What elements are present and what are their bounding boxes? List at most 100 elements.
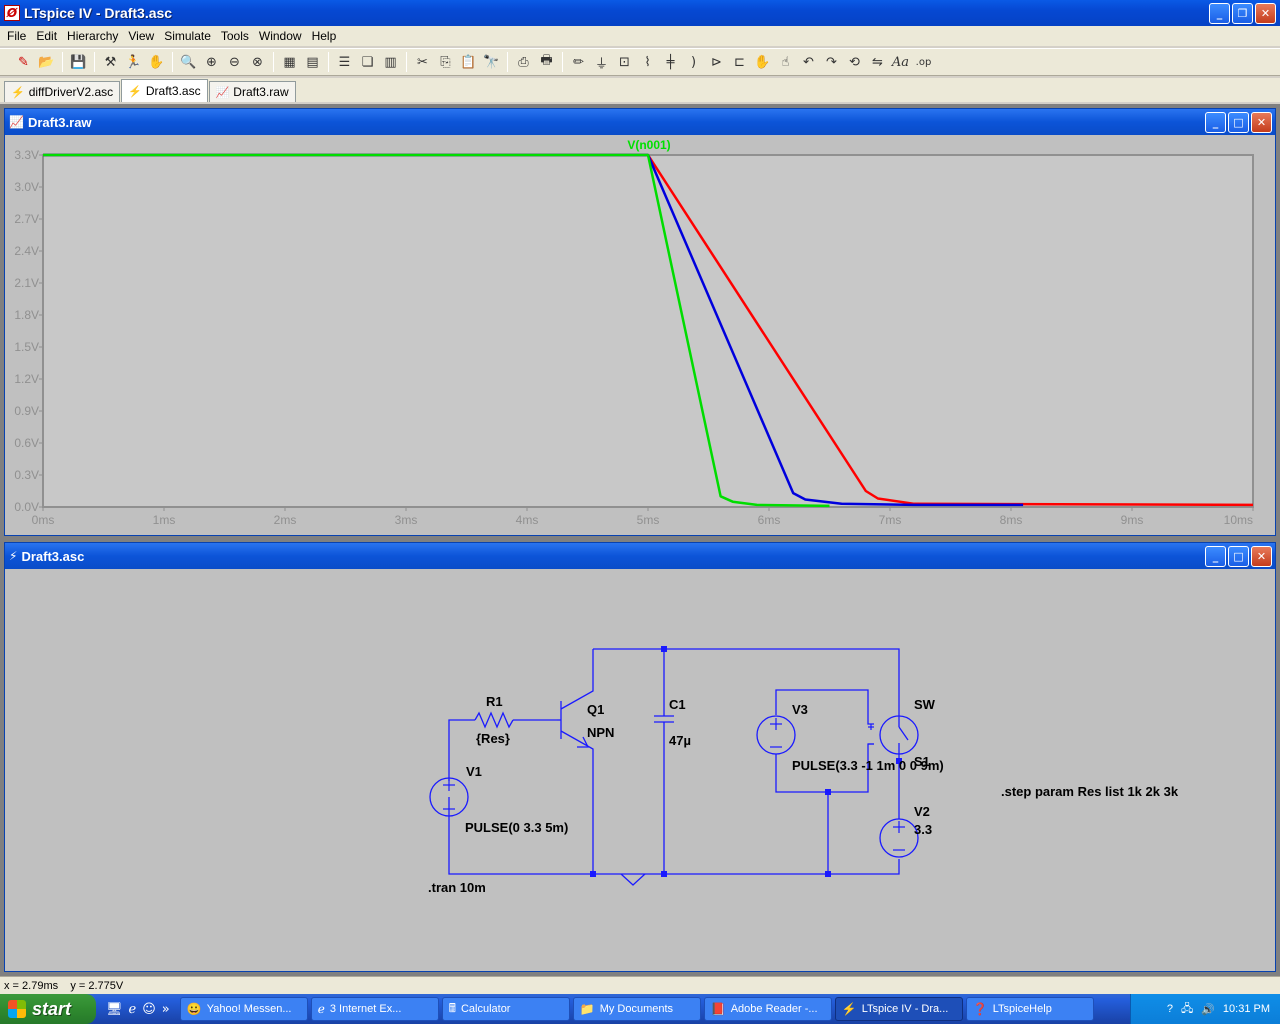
schematic-close-button[interactable]: ✕ xyxy=(1251,546,1272,567)
ground-icon[interactable]: ⏚ xyxy=(590,51,613,73)
plot-pane[interactable]: 0.0V 0.3V 0.6V 0.9V 1.2V 1.5V 1.8V 2.1V 2.4V 2.7V… xyxy=(5,135,1275,535)
menu-tools[interactable]: Tools xyxy=(216,29,254,43)
resistor-icon[interactable]: ⌇ xyxy=(636,51,659,73)
zoom-fit-icon[interactable]: ⊗ xyxy=(246,51,269,73)
print-setup-icon[interactable]: ⎙ xyxy=(512,51,535,73)
volume-tray-icon[interactable]: 🔊 xyxy=(1201,1003,1215,1016)
tran-directive[interactable]: .tran 10m xyxy=(428,880,486,895)
wire[interactable] xyxy=(593,648,900,721)
help-tray-icon[interactable]: ? xyxy=(1167,1003,1173,1015)
schematic-drawing[interactable]: R1 {Res} Q1 NPN C1 47µ V1 PULSE(0 3.3 5m… xyxy=(5,569,1275,971)
start-button[interactable]: start xyxy=(0,994,96,1024)
v2-label[interactable]: V2 xyxy=(914,804,930,819)
tile-horizontal-icon[interactable]: ☰ xyxy=(333,51,356,73)
schematic-maximize-button[interactable]: □ xyxy=(1228,546,1249,567)
menu-edit[interactable]: Edit xyxy=(31,29,62,43)
cut-icon[interactable]: ✂ xyxy=(411,51,434,73)
schematic-minimize-button[interactable]: _ xyxy=(1205,546,1226,567)
text-icon[interactable]: Aa xyxy=(889,51,912,73)
menu-window[interactable]: Window xyxy=(254,29,307,43)
open-icon[interactable]: 📂 xyxy=(35,51,58,73)
v1-value[interactable]: PULSE(0 3.3 5m) xyxy=(465,820,568,835)
capacitor-icon[interactable]: ╪ xyxy=(659,51,682,73)
transistor-q1-collector[interactable] xyxy=(560,649,594,710)
rotate-icon[interactable]: ⟲ xyxy=(843,51,866,73)
tab-draft3-asc[interactable]: ⚡ Draft3.asc xyxy=(121,79,208,102)
waveform-chart[interactable]: 0.0V 0.3V 0.6V 0.9V 1.2V 1.5V 1.8V 2.1V 2.4V 2.7V… xyxy=(5,135,1275,535)
task-ltspice-help[interactable]: ❓ LTspiceHelp xyxy=(965,997,1094,1021)
task-yahoo-messenger[interactable]: 😀 Yahoo! Messen... xyxy=(179,997,308,1021)
ground-symbol[interactable] xyxy=(620,873,646,886)
ie-quicklaunch-icon[interactable]: ℯ xyxy=(129,1002,137,1017)
r1-label[interactable]: R1 xyxy=(486,694,503,709)
trace-label[interactable]: V(n001) xyxy=(627,138,670,152)
task-internet-explorer[interactable]: ℯ 3 Internet Ex... xyxy=(310,997,439,1021)
inductor-icon[interactable]: ) xyxy=(682,51,705,73)
halt-icon[interactable]: ✋ xyxy=(145,51,168,73)
v3-label[interactable]: V3 xyxy=(792,702,808,717)
task-adobe-reader[interactable]: 📕 Adobe Reader -... xyxy=(703,997,832,1021)
more-chevron-icon[interactable]: » xyxy=(162,1002,170,1017)
component-icon[interactable]: ⊏ xyxy=(728,51,751,73)
zoom-out-icon[interactable]: ⊖ xyxy=(223,51,246,73)
grid-icon[interactable]: ▤ xyxy=(301,51,324,73)
plot-maximize-button[interactable]: □ xyxy=(1228,112,1249,133)
tab-diffdriverv2[interactable]: ⚡ diffDriverV2.asc xyxy=(4,81,121,102)
step-directive[interactable]: .step param Res list 1k 2k 3k xyxy=(1001,784,1179,799)
run-icon[interactable]: 🏃 xyxy=(122,51,145,73)
find-icon[interactable]: 🔭 xyxy=(480,51,503,73)
tile-vertical-icon[interactable]: ▥ xyxy=(379,51,402,73)
restore-button[interactable]: ❐ xyxy=(1232,3,1253,24)
cascade-icon[interactable]: ❏ xyxy=(356,51,379,73)
spice-directive-icon[interactable]: .op xyxy=(912,51,935,73)
messenger-quicklaunch-icon[interactable]: ☺ xyxy=(142,1002,156,1017)
c1-value[interactable]: 47µ xyxy=(669,733,691,748)
close-button[interactable]: ✕ xyxy=(1255,3,1276,24)
menu-view[interactable]: View xyxy=(123,29,159,43)
v3-value[interactable]: PULSE(3.3 -1 1m 0 0 9m) xyxy=(792,758,944,773)
network-tray-icon[interactable]: 🖧 xyxy=(1181,1000,1193,1019)
show-desktop-icon[interactable]: 🖥 xyxy=(106,1002,123,1017)
v2-value[interactable]: 3.3 xyxy=(914,822,932,837)
move-icon[interactable]: ✋ xyxy=(751,51,774,73)
diode-icon[interactable]: ⊳ xyxy=(705,51,728,73)
plot-minimize-button[interactable]: _ xyxy=(1205,112,1226,133)
tab-draft3-raw[interactable]: 📈 Draft3.raw xyxy=(208,81,296,102)
new-schematic-icon[interactable]: ✎ xyxy=(12,51,35,73)
menu-hierarchy[interactable]: Hierarchy xyxy=(62,29,123,43)
c1-label[interactable]: C1 xyxy=(669,697,686,712)
control-panel-icon[interactable]: ⚒ xyxy=(99,51,122,73)
mirror-icon[interactable]: ⇋ xyxy=(866,51,889,73)
task-calculator[interactable]: 🖩 Calculator xyxy=(441,997,570,1021)
task-my-documents[interactable]: 📁 My Documents xyxy=(572,997,701,1021)
schematic-canvas[interactable]: R1 {Res} Q1 NPN C1 47µ V1 PULSE(0 3.3 5m… xyxy=(5,569,1275,971)
menu-simulate[interactable]: Simulate xyxy=(159,29,216,43)
q1-model[interactable]: NPN xyxy=(587,725,614,740)
menu-file[interactable]: File xyxy=(2,29,31,43)
undo-icon[interactable]: ↶ xyxy=(797,51,820,73)
save-icon[interactable]: 💾 xyxy=(67,51,90,73)
menu-help[interactable]: Help xyxy=(307,29,342,43)
pan-icon[interactable]: ⊕ xyxy=(200,51,223,73)
plot-close-button[interactable]: ✕ xyxy=(1251,112,1272,133)
redo-icon[interactable]: ↷ xyxy=(820,51,843,73)
print-icon[interactable]: 🖶 xyxy=(535,51,558,73)
label-net-icon[interactable]: ⊡ xyxy=(613,51,636,73)
transistor-q1-emitter[interactable] xyxy=(560,730,594,874)
paste-icon[interactable]: 📋 xyxy=(457,51,480,73)
resistor-r1[interactable] xyxy=(474,711,514,729)
r1-value[interactable]: {Res} xyxy=(476,731,510,746)
autorange-icon[interactable]: ▦ xyxy=(278,51,301,73)
ltspice-app-icon[interactable]: Ø xyxy=(4,5,20,21)
q1-label[interactable]: Q1 xyxy=(587,702,604,717)
v1-label[interactable]: V1 xyxy=(466,764,482,779)
copy-icon[interactable]: ⎘ xyxy=(434,51,457,73)
wire[interactable] xyxy=(448,797,900,875)
zoom-in-icon[interactable]: 🔍 xyxy=(177,51,200,73)
clock[interactable]: 10:31 PM xyxy=(1223,1003,1270,1015)
wire[interactable] xyxy=(775,689,874,725)
wire-icon[interactable]: ✏ xyxy=(567,51,590,73)
drag-icon[interactable]: ☝ xyxy=(774,51,797,73)
task-ltspice[interactable]: ⚡ LTspice IV - Dra... xyxy=(834,997,963,1021)
sw-model[interactable]: SW xyxy=(914,697,936,712)
